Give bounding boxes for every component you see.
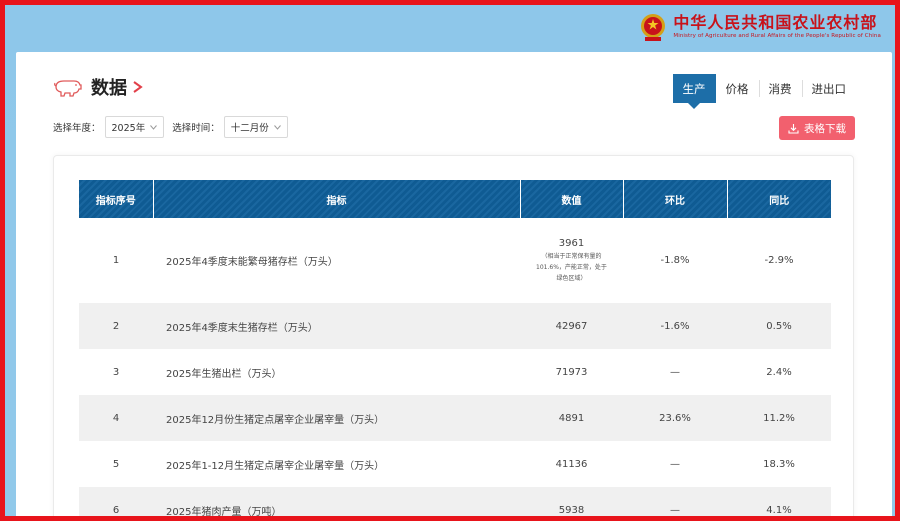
ministry-name-en: Ministry of Agriculture and Rural Affair… — [673, 33, 881, 39]
tab-price[interactable]: 价格 — [716, 74, 759, 103]
national-emblem-icon — [641, 14, 666, 41]
table-header-row: 指标序号 指标 数值 环比 同比 — [79, 180, 831, 218]
column-header-yoy: 同比 — [727, 180, 831, 218]
row-mom: -1.8% — [623, 218, 727, 303]
row-indicator: 2025年12月份生猪定点屠宰企业屠宰量（万头） — [153, 395, 520, 441]
row-mom: — — [623, 441, 727, 487]
page-header: 数据 — [53, 74, 143, 100]
tab-import-export[interactable]: 进出口 — [801, 74, 857, 103]
row-yoy: 4.1% — [727, 487, 831, 516]
chevron-down-icon — [150, 124, 158, 130]
row-indicator: 2025年4季度末生猪存栏（万头） — [153, 303, 520, 349]
category-tabs: 生产 价格 消费 进出口 — [672, 74, 857, 109]
row-indicator: 2025年4季度末能繁母猪存栏（万头） — [153, 218, 520, 303]
row-yoy: 0.5% — [727, 303, 831, 349]
column-header-indicator: 指标 — [153, 180, 521, 218]
pig-icon — [54, 80, 82, 97]
time-label: 选择时间： — [172, 123, 220, 134]
table-row: 3 2025年生猪出栏（万头） 71973 — 2.4% — [79, 349, 831, 395]
arrow-right-icon — [133, 81, 143, 93]
data-table-panel: 指标序号 指标 数值 环比 同比 1 2025年4季度末能繁母猪存栏（万头） 3… — [53, 155, 854, 516]
column-header-value: 数值 — [520, 180, 624, 218]
column-header-index: 指标序号 — [79, 180, 154, 218]
time-select[interactable]: 十二月份 — [223, 116, 288, 138]
content-card: 数据 生产 价格 消费 进出口 选择年度： 2025年 选择时间： 十二月份 表… — [16, 52, 892, 516]
row-mom: — — [623, 487, 727, 516]
row-indicator: 2025年1-12月生猪定点屠宰企业屠宰量（万头） — [153, 441, 520, 487]
table-row: 2 2025年4季度末生猪存栏（万头） 42967 -1.6% 0.5% — [79, 303, 831, 349]
row-yoy: 18.3% — [727, 441, 831, 487]
row-index: 5 — [79, 441, 153, 487]
row-indicator: 2025年猪肉产量（万吨） — [153, 487, 520, 516]
row-mom: -1.6% — [623, 303, 727, 349]
download-table-button[interactable]: 表格下载 — [779, 116, 855, 140]
page-frame: 中华人民共和国农业农村部 Ministry of Agriculture and… — [0, 0, 900, 521]
ministry-logo[interactable]: 中华人民共和国农业农村部 Ministry of Agriculture and… — [639, 9, 881, 45]
row-mom: 23.6% — [623, 395, 727, 441]
row-yoy: 2.4% — [727, 349, 831, 395]
row-value: 41136 — [520, 441, 623, 487]
row-index: 4 — [79, 395, 153, 441]
table-row: 5 2025年1-12月生猪定点屠宰企业屠宰量（万头） 41136 — 18.3… — [79, 441, 831, 487]
data-table: 指标序号 指标 数值 环比 同比 1 2025年4季度末能繁母猪存栏（万头） 3… — [79, 180, 831, 516]
row-mom: — — [623, 349, 727, 395]
row-value-note: （相当于正常保有量的101.6%，产能正常，处于绿色区域） — [536, 252, 607, 282]
ministry-name-cn: 中华人民共和国农业农村部 — [673, 13, 878, 32]
row-value: 4891 — [520, 395, 623, 441]
table-row: 4 2025年12月份生猪定点屠宰企业屠宰量（万头） 4891 23.6% 11… — [79, 395, 831, 441]
row-indicator: 2025年生猪出栏（万头） — [153, 349, 520, 395]
row-yoy: -2.9% — [727, 218, 831, 303]
column-header-mom: 环比 — [623, 180, 728, 218]
row-value: 3961 — [558, 237, 585, 249]
year-label: 选择年度： — [53, 123, 101, 134]
year-select-value: 2025年 — [111, 123, 146, 134]
download-icon — [788, 123, 799, 134]
year-select[interactable]: 2025年 — [104, 116, 165, 138]
page-title: 数据 — [91, 78, 127, 99]
download-label: 表格下载 — [804, 122, 846, 135]
row-index: 6 — [79, 487, 153, 516]
row-value: 5938 — [520, 487, 623, 516]
time-select-value: 十二月份 — [230, 123, 269, 134]
tab-production[interactable]: 生产 — [672, 74, 716, 109]
tab-consumption[interactable]: 消费 — [758, 74, 802, 103]
row-index: 2 — [79, 303, 153, 349]
row-index: 3 — [79, 349, 153, 395]
row-value: 71973 — [520, 349, 623, 395]
table-row: 1 2025年4季度末能繁母猪存栏（万头） 3961 （相当于正常保有量的101… — [79, 218, 831, 303]
row-value-cell: 3961 （相当于正常保有量的101.6%，产能正常，处于绿色区域） — [520, 218, 623, 303]
row-index: 1 — [79, 218, 153, 303]
chevron-down-icon — [273, 124, 281, 130]
filter-bar: 选择年度： 2025年 选择时间： 十二月份 — [53, 116, 296, 138]
row-yoy: 11.2% — [727, 395, 831, 441]
table-row: 6 2025年猪肉产量（万吨） 5938 — 4.1% — [79, 487, 831, 516]
row-value: 42967 — [520, 303, 623, 349]
